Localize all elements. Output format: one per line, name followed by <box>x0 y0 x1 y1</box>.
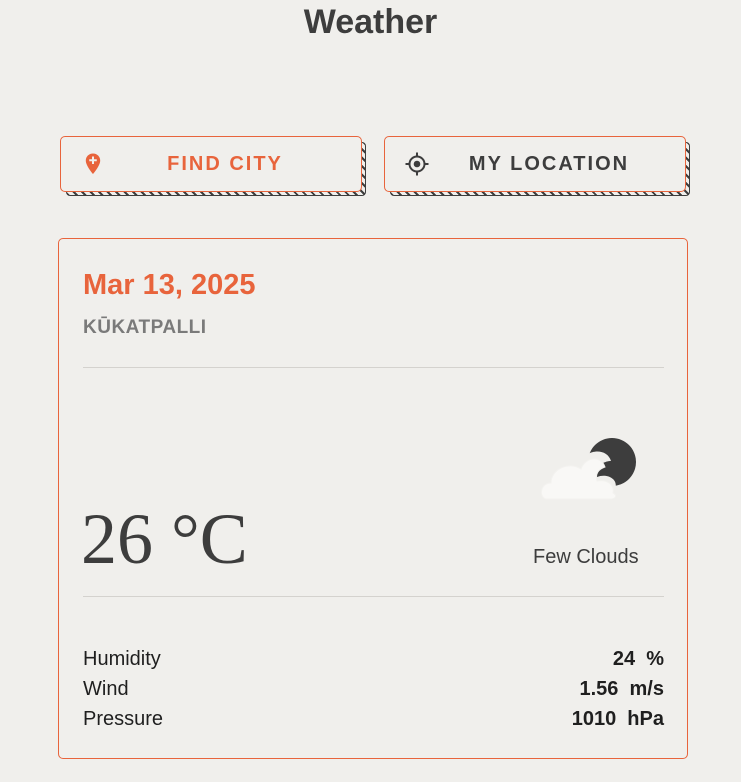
my-location-button[interactable]: MY LOCATION <box>384 136 686 192</box>
stat-value: 1.56 m/s <box>579 678 664 700</box>
stat-value: 24 % <box>612 648 664 670</box>
stat-value: 1010 hPa <box>571 708 664 730</box>
stat-label: Wind <box>83 678 129 700</box>
map-pin-plus-icon <box>85 153 101 174</box>
stat-row-humidity: Humidity 24 % <box>83 648 664 676</box>
stat-row-pressure: Pressure 1010 hPa <box>83 708 664 736</box>
city-name: KŪKATPALLI <box>83 317 207 338</box>
forecast-date: Mar 13, 2025 <box>83 269 256 301</box>
stat-row-wind: Wind 1.56 m/s <box>83 678 664 706</box>
find-city-button-wrapper: FIND CITY <box>60 136 366 196</box>
stat-label: Pressure <box>83 708 164 730</box>
divider <box>83 596 664 597</box>
app-title: Weather <box>303 3 438 41</box>
crosshair-icon <box>405 152 429 176</box>
temperature: 26 °C <box>81 499 248 579</box>
divider <box>83 367 664 368</box>
find-city-button[interactable]: FIND CITY <box>60 136 362 192</box>
weather-card: Mar 13, 2025 KŪKATPALLI 26 °C Few Clouds… <box>58 238 688 759</box>
my-location-label: MY LOCATION <box>468 152 630 175</box>
stat-label: Humidity <box>83 648 161 670</box>
weather-app: Weather FIND CITY MY LOCATION Mar 13, 20… <box>0 0 741 782</box>
weather-condition: Few Clouds <box>533 546 639 568</box>
my-location-button-wrapper: MY LOCATION <box>384 136 690 196</box>
find-city-label: FIND CITY <box>167 152 283 175</box>
few-clouds-night-icon <box>539 438 636 500</box>
